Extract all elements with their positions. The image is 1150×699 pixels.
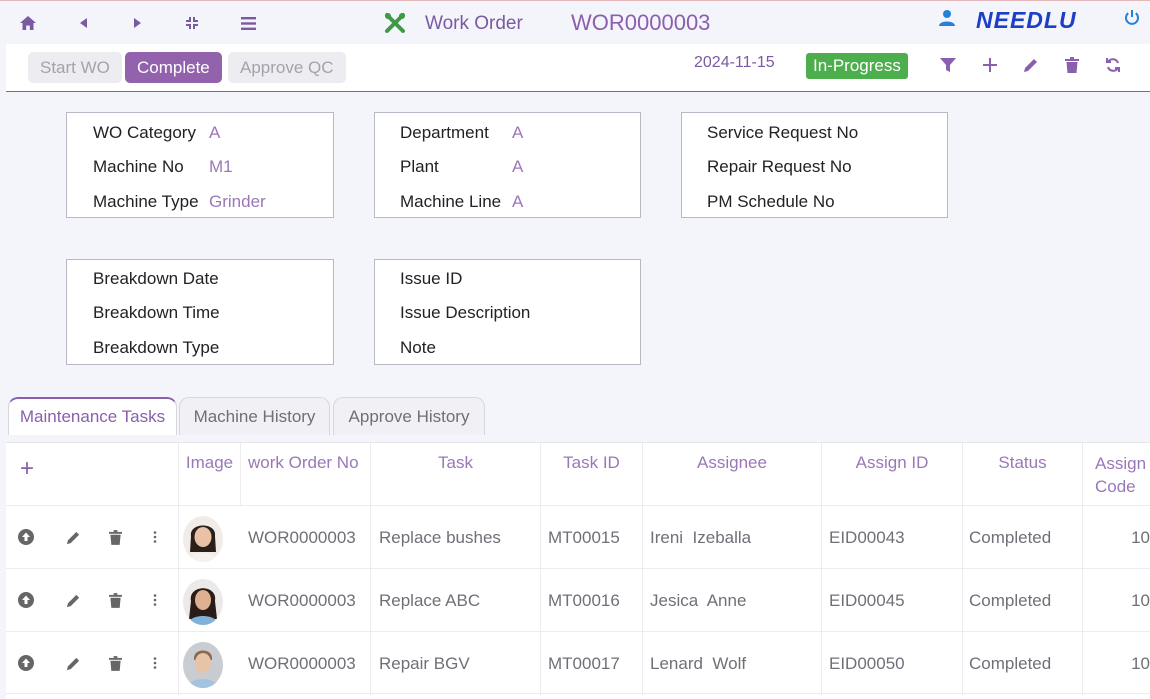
refresh-icon[interactable] [1103,55,1123,75]
wo-cell: WOR0000003 [241,569,371,632]
column-header[interactable]: Assignee [643,443,822,505]
maintenance-tasks-grid: + Image work Order No Task Task ID Assig… [6,442,1150,699]
start-wo-button[interactable]: Start WO [28,52,122,83]
assign-id-cell: EID00043 [822,506,963,569]
home-icon[interactable] [18,13,38,33]
field-label: Machine Type [93,192,199,211]
field-label: Breakdown Time [93,303,220,322]
column-header[interactable]: work Order No [241,443,371,505]
task-id-cell: MT00017 [541,632,643,695]
assign-code-cell: 10 [1131,590,1150,610]
add-row-button[interactable]: + [6,443,179,505]
field-label: Breakdown Date [93,269,219,288]
logo: NEEDLU [976,7,1077,33]
field-label: Service Request No [707,123,859,142]
column-header[interactable]: Task ID [541,443,643,505]
task-cell: Replace bushes [371,506,541,569]
field-label: Issue ID [400,269,463,288]
power-icon[interactable] [1124,9,1140,30]
table-row[interactable]: WOR0000003 Replace ABC MT00016 Jesica An… [6,568,1150,632]
request-panel: Service Request No Repair Request No PM … [681,112,948,218]
tab-maintenance-tasks[interactable]: Maintenance Tasks [8,397,177,435]
status-cell: Completed [963,569,1083,632]
avatar [183,579,223,625]
chevron-left-icon[interactable] [74,13,94,33]
assign-id-cell: EID00045 [822,569,963,632]
department-panel: Department A Plant A Machine Line A [374,112,641,218]
field-label: Machine Line [400,192,502,211]
tools-icon [384,12,406,39]
avatar [183,516,223,562]
complete-button[interactable]: Complete [125,52,222,83]
task-id-cell: MT00015 [541,506,643,569]
assignee-cell: Lenard Wolf [643,632,822,695]
column-header[interactable]: Assign ID [822,443,963,505]
issue-panel: Issue ID Issue Description Note [374,259,641,365]
wo-category-panel: WO Category A Machine No M1 Machine Type Gr… [66,112,334,218]
plant-value: A [512,157,524,176]
delete-icon[interactable] [1062,55,1082,75]
approve-qc-button[interactable]: Approve QC [228,52,346,83]
top-bar: Work Order WOR0000003 NEEDLU [0,0,1150,44]
avatar [183,642,223,688]
field-label: WO Category [93,123,196,142]
menu-icon[interactable] [238,13,258,33]
column-header[interactable]: Task [371,443,541,505]
collapse-icon[interactable] [182,13,202,33]
work-order-number: WOR0000003 [571,10,711,35]
column-header[interactable]: Image [179,443,241,505]
assign-code-cell: 10 [1131,527,1150,547]
field-label: Machine No [93,157,184,176]
status-badge: In-Progress [806,53,908,79]
field-label: Plant [400,157,439,176]
field-label: Issue Description [400,303,531,322]
status-cell: Completed [963,506,1083,569]
wo-cell: WOR0000003 [241,506,371,569]
assign-code-cell: 10 [1131,653,1150,673]
field-label: Note [400,338,436,357]
task-cell: Repair BGV [371,632,541,695]
column-header[interactable]: Status [963,443,1083,505]
column-header[interactable]: Assign Code [1083,443,1150,505]
field-label: Repair Request No [707,157,852,176]
edit-icon[interactable] [1021,55,1041,75]
chevron-right-icon[interactable] [127,13,147,33]
toolbar: Start WO Complete Approve QC 2024-11-15 … [6,44,1150,92]
tab-machine-history[interactable]: Machine History [179,397,330,435]
assignee-cell: Ireni Izeballa [643,506,822,569]
add-icon[interactable] [980,55,1000,75]
user-icon[interactable] [938,9,956,32]
status-cell: Completed [963,632,1083,695]
breakdown-panel: Breakdown Date Breakdown Time Breakdown … [66,259,334,365]
field-label: PM Schedule No [707,192,835,211]
date-display: 2024-11-15 [694,54,775,71]
assignee-cell: Jesica Anne [643,569,822,632]
task-cell: Replace ABC [371,569,541,632]
machine-type-value: Grinder [209,192,266,211]
field-label: Breakdown Type [93,338,220,357]
department-value: A [512,123,524,142]
field-label: Department [400,123,489,142]
table-row[interactable]: WOR0000003 Replace bushes MT00015 Ireni … [6,505,1150,569]
machine-line-value: A [512,192,524,211]
tab-approve-history[interactable]: Approve History [333,397,485,435]
machine-no-value: M1 [209,157,233,176]
app-title: Work Order [425,13,523,34]
assign-id-cell: EID00050 [822,632,963,695]
table-row[interactable]: WOR0000003 Repair BGV MT00017 Lenard Wol… [6,631,1150,695]
wo-category-value: A [209,123,221,142]
filter-icon[interactable] [938,55,958,75]
wo-cell: WOR0000003 [241,632,371,695]
task-id-cell: MT00016 [541,569,643,632]
